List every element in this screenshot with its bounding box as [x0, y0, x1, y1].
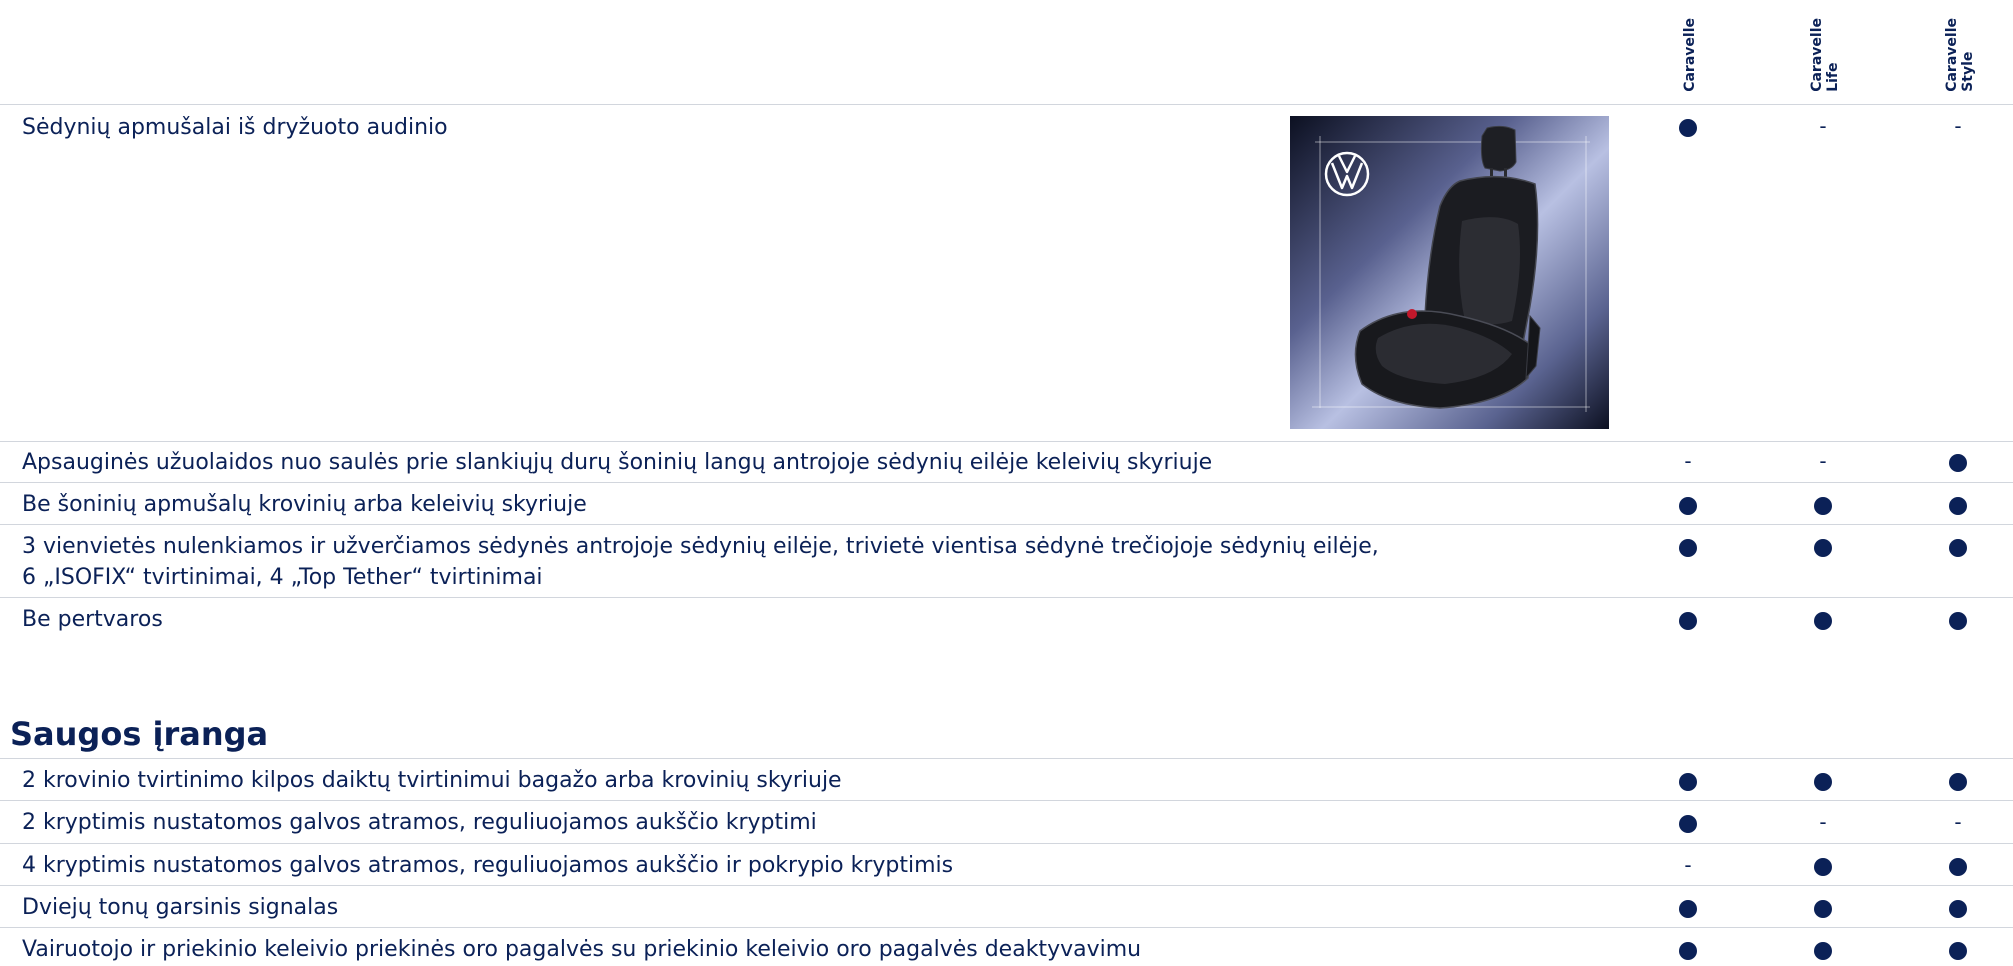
not-available-value: - — [1819, 810, 1827, 834]
row-label: 2 krovinio tvirtinimo kilpos daiktų tvir… — [22, 768, 842, 793]
cell-caravelle — [1668, 814, 1708, 834]
cell-caravelle-life — [1803, 941, 1843, 961]
included-dot-icon — [1814, 900, 1832, 918]
included-dot-icon — [1814, 612, 1832, 630]
included-dot-icon — [1814, 539, 1832, 557]
included-dot-icon — [1679, 497, 1697, 515]
not-available-value: - — [1954, 114, 1962, 138]
cell-caravelle-life — [1803, 611, 1843, 631]
cell-caravelle-style: - — [1938, 116, 1978, 136]
included-dot-icon — [1949, 900, 1967, 918]
included-dot-icon — [1679, 942, 1697, 960]
row-label: 2 kryptimis nustatomos galvos atramos, r… — [22, 810, 817, 835]
column-header-caravelle: Caravelle — [1660, 0, 1720, 104]
cell-caravelle-style: - — [1938, 812, 1978, 832]
row-divider — [0, 885, 2013, 886]
row-label: Be šoninių apmušalų krovinių arba keleiv… — [22, 492, 587, 517]
row-divider — [0, 441, 2013, 442]
cell-caravelle-life — [1803, 772, 1843, 792]
row-divider — [0, 927, 2013, 928]
not-available-value: - — [1684, 449, 1692, 473]
column-header-caravelle-life: Caravelle Life — [1795, 0, 1855, 104]
column-label: Caravelle — [1682, 18, 1698, 92]
included-dot-icon — [1814, 773, 1832, 791]
included-dot-icon — [1949, 497, 1967, 515]
not-available-value: - — [1819, 114, 1827, 138]
included-dot-icon — [1949, 942, 1967, 960]
cell-caravelle-life: - — [1803, 116, 1843, 136]
included-dot-icon — [1949, 773, 1967, 791]
cell-caravelle: - — [1668, 855, 1708, 875]
row-label: Sėdynių apmušalai iš dryžuoto audinio — [22, 115, 448, 140]
cell-caravelle — [1668, 899, 1708, 919]
included-dot-icon — [1679, 815, 1697, 833]
cell-caravelle-life: - — [1803, 451, 1843, 471]
included-dot-icon — [1814, 942, 1832, 960]
row-divider — [0, 843, 2013, 844]
included-dot-icon — [1949, 454, 1967, 472]
cell-caravelle — [1668, 496, 1708, 516]
row-label-continued: 6 „ISOFIX“ tvirtinimai, 4 „Top Tether“ t… — [22, 565, 543, 590]
seat-illustration — [1290, 116, 1609, 429]
row-label: 4 kryptimis nustatomos galvos atramos, r… — [22, 853, 954, 878]
cell-caravelle-style — [1938, 611, 1978, 631]
cell-caravelle — [1668, 611, 1708, 631]
cell-caravelle — [1668, 772, 1708, 792]
included-dot-icon — [1679, 539, 1697, 557]
included-dot-icon — [1679, 612, 1697, 630]
equipment-table-page: Caravelle Caravelle Life Caravelle Style… — [0, 0, 2013, 966]
row-label: Vairuotojo ir priekinio keleivio priekin… — [22, 937, 1142, 962]
cell-caravelle-life — [1803, 899, 1843, 919]
not-available-value: - — [1954, 810, 1962, 834]
cell-caravelle-style — [1938, 496, 1978, 516]
header-divider — [0, 104, 2013, 105]
not-available-value: - — [1684, 853, 1692, 877]
row-divider — [0, 597, 2013, 598]
cell-caravelle-style — [1938, 941, 1978, 961]
cell-caravelle-style — [1938, 899, 1978, 919]
row-label: 3 vienvietės nulenkiamos ir užverčiamos … — [22, 534, 1379, 559]
section-title: Saugos įranga — [10, 715, 269, 753]
not-available-value: - — [1819, 449, 1827, 473]
row-divider — [0, 800, 2013, 801]
included-dot-icon — [1679, 773, 1697, 791]
included-dot-icon — [1949, 612, 1967, 630]
cell-caravelle — [1668, 538, 1708, 558]
cell-caravelle-life: - — [1803, 812, 1843, 832]
seat-image — [1290, 116, 1609, 429]
included-dot-icon — [1679, 900, 1697, 918]
cell-caravelle-style — [1938, 772, 1978, 792]
cell-caravelle — [1668, 118, 1708, 138]
cell-caravelle-life — [1803, 857, 1843, 877]
row-label: Dviejų tonų garsinis signalas — [22, 895, 339, 920]
included-dot-icon — [1814, 497, 1832, 515]
row-label: Be pertvaros — [22, 607, 163, 632]
column-header-caravelle-style: Caravelle Style — [1930, 0, 1990, 104]
cell-caravelle-life — [1803, 538, 1843, 558]
cell-caravelle: - — [1668, 451, 1708, 471]
included-dot-icon — [1679, 119, 1697, 137]
row-label: Apsauginės užuolaidos nuo saulės prie sl… — [22, 450, 1213, 475]
section-divider — [0, 758, 2013, 759]
cell-caravelle-style — [1938, 857, 1978, 877]
row-divider — [0, 482, 2013, 483]
column-label: Caravelle Style — [1944, 18, 1976, 92]
included-dot-icon — [1814, 858, 1832, 876]
cell-caravelle — [1668, 941, 1708, 961]
included-dot-icon — [1949, 858, 1967, 876]
cell-caravelle-style — [1938, 453, 1978, 473]
row-divider — [0, 524, 2013, 525]
cell-caravelle-style — [1938, 538, 1978, 558]
cell-caravelle-life — [1803, 496, 1843, 516]
column-label: Caravelle Life — [1809, 18, 1841, 92]
included-dot-icon — [1949, 539, 1967, 557]
